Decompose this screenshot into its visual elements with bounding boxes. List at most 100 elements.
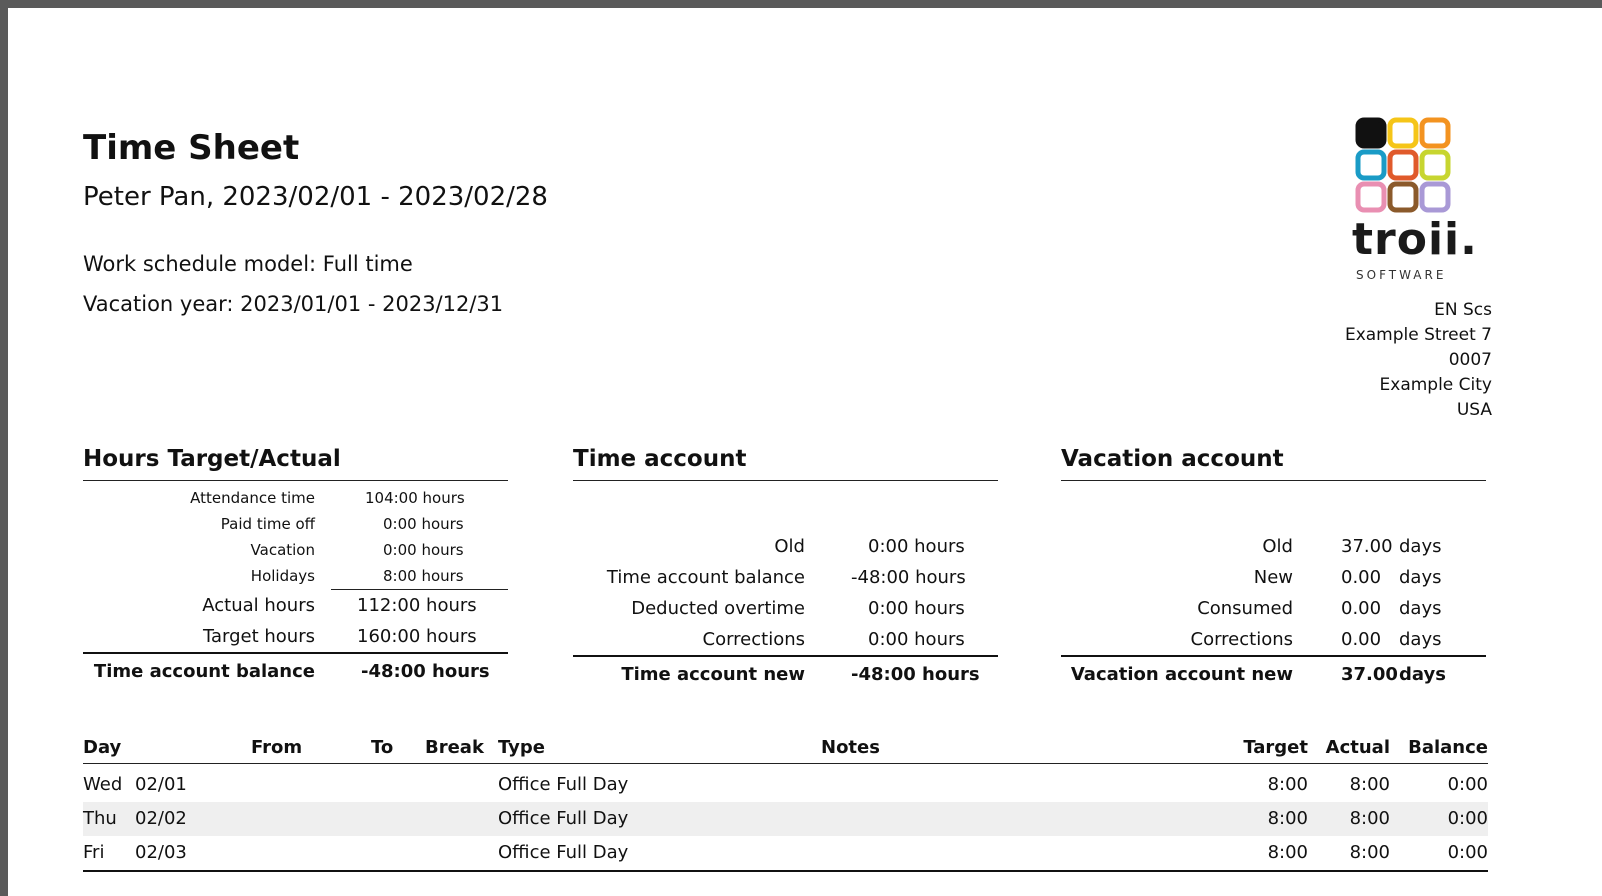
summary-total-row: Time account balance -48:00 hours [83,652,508,690]
summary-row: Time account balance -48:00 hours [573,562,998,593]
cell-balance: 0:00 [1447,774,1488,795]
summary-row: Consumed 0.00 days [1061,593,1486,624]
cell-actual: 8:00 [1349,774,1390,795]
row-value: 37.00 [1341,664,1398,685]
address-line: Example Street 7 [1344,325,1492,345]
logo-square [1387,117,1419,149]
cell-day: Thu [83,808,117,829]
cell-target: 8:00 [1267,774,1308,795]
employee-period: Peter Pan, 2023/02/01 - 2023/02/28 [83,182,548,212]
row-label: Deducted overtime [631,598,805,619]
row-value: 0:00 hours [868,629,965,650]
summary-row: Corrections 0.00 days [1061,624,1486,655]
row-label: Time account balance [606,567,805,588]
summary-row: Old 0:00 hours [573,531,998,562]
address-line: USA [1456,400,1492,420]
summary-row: New 0.00 days [1061,562,1486,593]
company-logo: troii. SOFTWARE [1346,116,1477,286]
logo-squares-icon [1355,117,1451,213]
row-label: Old [1262,536,1293,557]
vacation-account-section: Vacation account Old 37.00 days New 0.00… [1061,446,1486,693]
row-value: 0.00 [1341,629,1382,650]
page-title: Time Sheet [83,128,300,168]
logo-square [1419,181,1451,213]
row-value: 160:00 hours [357,626,477,647]
logo-square [1387,149,1419,181]
cell-actual: 8:00 [1349,808,1390,829]
row-unit: days [1399,664,1446,685]
address-line: 0007 [1448,350,1492,370]
row-value: 104:00 hours [365,489,465,507]
row-unit: days [1399,598,1442,619]
cell-type: Office Full Day [498,774,629,795]
logo-square [1387,181,1419,213]
logo-square [1419,149,1451,181]
row-unit: days [1399,567,1442,588]
row-value: 37.00 [1341,536,1393,557]
row-label: Paid time off [220,515,315,533]
logo-square [1419,117,1451,149]
row-value: -48:00 hours [851,664,980,685]
summary-row: Actual hours 112:00 hours [83,590,508,621]
row-label: Consumed [1197,598,1293,619]
address-line: Example City [1379,375,1492,395]
cell-day: Wed [83,774,123,795]
row-label: Corrections [1190,629,1294,650]
row-unit: days [1399,536,1442,557]
column-header-target: Target [1243,737,1308,758]
section-title: Time account [573,446,998,481]
row-label: Old [774,536,805,557]
logo-square [1355,181,1387,213]
column-header-type: Type [498,737,545,758]
logo-square [1355,117,1387,149]
summary-row: Attendance time 104:00 hours [83,485,508,511]
row-value: 8:00 hours [383,567,464,585]
cell-date: 02/01 [135,774,187,795]
company-address: EN Scs Example Street 7 0007 Example Cit… [1345,298,1492,423]
table-header: Day From To Break Type Notes Target Actu… [83,733,1488,764]
column-header-balance: Balance [1408,737,1488,758]
column-header-to: To [371,737,394,758]
row-label: Target hours [202,626,315,647]
summary-row: Deducted overtime 0:00 hours [573,593,998,624]
column-header-break: Break [425,737,484,758]
hours-target-actual-section: Hours Target/Actual Attendance time 104:… [83,446,508,690]
cell-target: 8:00 [1267,808,1308,829]
row-unit: days [1399,629,1442,650]
row-value: 0.00 [1341,598,1382,619]
summary-total-row: Vacation account new 37.00 days [1061,655,1486,693]
section-title: Vacation account [1061,446,1486,481]
logo-square [1355,149,1387,181]
row-value: 112:00 hours [357,595,477,616]
summary-row: Holidays 8:00 hours [83,563,508,589]
vacation-year: Vacation year: 2023/01/01 - 2023/12/31 [83,292,504,316]
cell-actual: 8:00 [1349,842,1390,863]
address-line: EN Scs [1434,300,1492,320]
cell-target: 8:00 [1267,842,1308,863]
summary-row: Vacation 0:00 hours [83,537,508,563]
row-label: Holidays [250,567,315,585]
row-value: 0.00 [1341,567,1382,588]
column-header-notes: Notes [821,737,880,758]
table-row: Thu 02/02 Office Full Day 8:00 8:00 0:00 [83,802,1488,836]
column-header-actual: Actual [1325,737,1390,758]
table-row: Fri 02/03 Office Full Day 8:00 8:00 0:00 [83,836,1488,870]
summary-row: Target hours 160:00 hours [83,621,508,652]
table-bottom-rule [83,870,1488,872]
row-label: Attendance time [190,489,315,507]
row-value: -48:00 hours [851,567,966,588]
cell-type: Office Full Day [498,842,629,863]
column-header-day: Day [83,737,122,758]
row-value: 0:00 hours [868,536,965,557]
cell-type: Office Full Day [498,808,629,829]
row-label: New [1253,567,1293,588]
time-account-section: Time account Old 0:00 hours Time account… [573,446,998,693]
row-value: 0:00 hours [383,541,464,559]
daily-entries-table: Day From To Break Type Notes Target Actu… [83,733,1488,872]
table-row: Wed 02/01 Office Full Day 8:00 8:00 0:00 [83,768,1488,802]
cell-date: 02/03 [135,842,187,863]
row-value: -48:00 hours [361,661,490,682]
cell-day: Fri [83,842,105,863]
row-value: 0:00 hours [868,598,965,619]
row-label: Time account new [621,664,805,685]
